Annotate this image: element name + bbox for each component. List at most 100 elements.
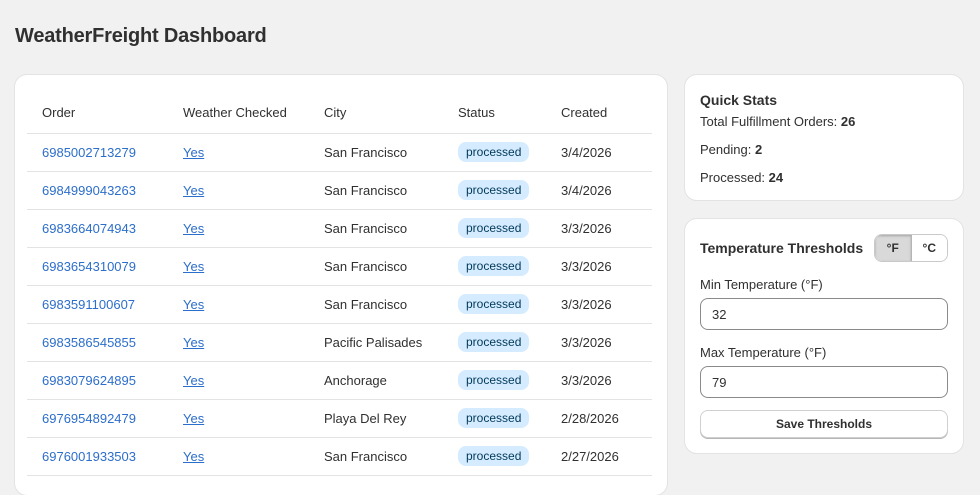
order-link[interactable]: 6976001933503 <box>42 449 136 464</box>
table-cell-city: San Francisco <box>309 133 443 172</box>
table-cell-order: 6985002713279 <box>27 133 168 172</box>
created-date: 3/3/2026 <box>561 296 612 312</box>
stat-processed: Processed: 24 <box>700 170 783 185</box>
city-cell: San Francisco <box>324 448 408 464</box>
min-temperature-label: Min Temperature (°F) <box>700 277 823 292</box>
table-cell-city: San Francisco <box>309 171 443 210</box>
unit-toggle: °F °C <box>874 234 948 262</box>
status-badge: processed <box>458 408 530 428</box>
table-cell-city: San Francisco <box>309 209 443 248</box>
table-cell-city: San Francisco <box>309 285 443 324</box>
weather-checked-link[interactable]: Yes <box>183 259 204 274</box>
table-cell-weather-checked: Yes <box>168 209 309 248</box>
stat-total-value: 26 <box>840 114 856 129</box>
table-row: 6983591100607 Yes San Francisco processed 3/… <box>27 285 652 324</box>
table-cell-weather-checked: Yes <box>168 361 309 400</box>
table-cell-city: San Francisco <box>309 437 443 476</box>
table-cell-created: 3/3/2026 <box>546 247 652 286</box>
table-cell-order: 6984999043263 <box>27 171 168 210</box>
city-cell: San Francisco <box>324 144 408 160</box>
status-badge: processed <box>458 218 530 238</box>
table-row: 6984999043263 Yes San Francisco processed 3/… <box>27 171 652 210</box>
status-badge: processed <box>458 370 530 390</box>
status-badge: processed <box>458 180 530 200</box>
table-cell-weather-checked: Yes <box>168 399 309 438</box>
table-cell-created: 3/3/2026 <box>546 361 652 400</box>
created-date: 2/28/2026 <box>561 410 619 426</box>
order-link[interactable]: 6983654310079 <box>42 259 136 274</box>
table-cell-weather-checked: Yes <box>168 247 309 286</box>
table-row: 6985002713279 Yes San Francisco processed 3/… <box>27 133 652 172</box>
column-header-weather-checked: Weather Checked <box>168 93 309 134</box>
order-link[interactable]: 6985002713279 <box>42 145 136 160</box>
table-cell-status: processed <box>443 437 546 476</box>
table-cell-weather-checked: Yes <box>168 171 309 210</box>
table-cell-weather-checked: Yes <box>168 437 309 476</box>
status-badge: processed <box>458 142 530 162</box>
table-cell-order: 6976001933503 <box>27 437 168 476</box>
unit-celsius-button[interactable]: °C <box>911 235 947 261</box>
table-cell-weather-checked: Yes <box>168 323 309 362</box>
table-cell-status: processed <box>443 133 546 172</box>
order-link[interactable]: 6983079624895 <box>42 373 136 388</box>
status-badge: processed <box>458 446 530 466</box>
weather-checked-link[interactable]: Yes <box>183 297 204 312</box>
table-cell-city: Playa Del Rey <box>309 399 443 438</box>
table-row: 6983586545855 Yes Pacific Palisades process… <box>27 323 652 362</box>
stat-total: Total Fulfillment Orders: 26 <box>700 114 855 129</box>
weather-checked-link[interactable]: Yes <box>183 373 204 388</box>
order-link[interactable]: 6984999043263 <box>42 183 136 198</box>
table-cell-created: 3/3/2026 <box>546 209 652 248</box>
created-date: 3/3/2026 <box>561 372 612 388</box>
created-date: 3/3/2026 <box>561 220 612 236</box>
min-temperature-input[interactable] <box>700 298 948 330</box>
save-thresholds-button[interactable]: Save Thresholds <box>700 410 948 438</box>
table-cell-order: 6983591100607 <box>27 285 168 324</box>
table-cell-order: 6976954892479 <box>27 399 168 438</box>
order-link[interactable]: 6983664074943 <box>42 221 136 236</box>
stat-processed-label: Processed: <box>700 170 766 185</box>
table-cell-order: 6983079624895 <box>27 361 168 400</box>
created-date: 3/3/2026 <box>561 258 612 274</box>
max-temperature-input[interactable] <box>700 366 948 398</box>
created-date: 3/3/2026 <box>561 334 612 350</box>
status-badge: processed <box>458 256 530 276</box>
unit-fahrenheit-button[interactable]: °F <box>875 235 912 261</box>
weather-checked-link[interactable]: Yes <box>183 449 204 464</box>
orders-card: Order Weather Checked City Status Create… <box>15 75 667 495</box>
quick-stats-card: Quick Stats Total Fulfillment Orders: 26… <box>685 75 963 200</box>
column-header-order: Order <box>27 93 168 134</box>
city-cell: San Francisco <box>324 182 408 198</box>
weather-checked-link[interactable]: Yes <box>183 411 204 426</box>
weather-checked-link[interactable]: Yes <box>183 335 204 350</box>
table-cell-order: 6983654310079 <box>27 247 168 286</box>
status-badge: processed <box>458 332 530 352</box>
column-header-status: Status <box>443 93 546 134</box>
table-cell-created: 2/27/2026 <box>546 437 652 476</box>
city-cell: Pacific Palisades <box>324 334 423 350</box>
column-header-created: Created <box>546 93 652 134</box>
table-header-row: Order Weather Checked City Status Create… <box>27 93 652 134</box>
order-link[interactable]: 6983591100607 <box>42 297 135 312</box>
created-date: 3/4/2026 <box>561 182 612 198</box>
weather-checked-link[interactable]: Yes <box>183 183 204 198</box>
stat-processed-value: 24 <box>768 170 784 185</box>
table-cell-status: processed <box>443 247 546 286</box>
table-row: 6976954892479 Yes Playa Del Rey processed 2/… <box>27 399 652 438</box>
table-cell-order: 6983586545855 <box>27 323 168 362</box>
table-cell-city: Anchorage <box>309 361 443 400</box>
table-row: 6983664074943 Yes San Francisco processed 3/… <box>27 209 652 248</box>
table-cell-created: 3/4/2026 <box>546 133 652 172</box>
weather-checked-link[interactable]: Yes <box>183 221 204 236</box>
page-title: WeatherFreight Dashboard <box>15 25 267 47</box>
created-date: 2/27/2026 <box>561 448 619 464</box>
orders-table: Order Weather Checked City Status Create… <box>27 93 652 476</box>
weather-checked-link[interactable]: Yes <box>183 145 204 160</box>
order-link[interactable]: 6976954892479 <box>42 411 136 426</box>
city-cell: Playa Del Rey <box>324 410 407 426</box>
stat-pending-value: 2 <box>754 142 763 157</box>
table-cell-order: 6983664074943 <box>27 209 168 248</box>
order-link[interactable]: 6983586545855 <box>42 335 136 350</box>
column-header-city: City <box>309 93 443 134</box>
thresholds-title: Temperature Thresholds <box>700 240 864 256</box>
